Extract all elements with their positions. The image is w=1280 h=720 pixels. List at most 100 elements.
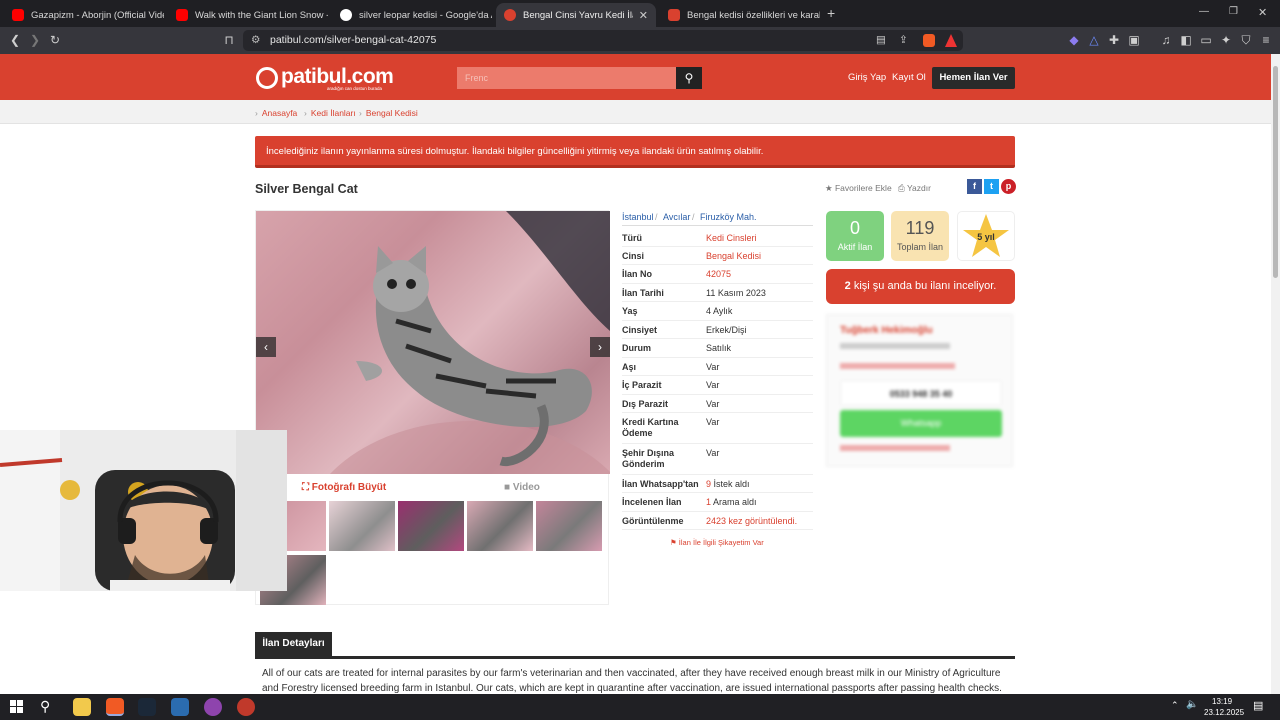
obs-icon[interactable]	[204, 698, 222, 716]
tab-youtube-gazapizm[interactable]: Gazapizm - Aborjin (Official Video) -	[4, 3, 164, 27]
breadcrumb-cat-listings[interactable]: Kedi İlanları	[304, 108, 356, 118]
total-count: 119	[905, 218, 935, 238]
search-icon[interactable]: ⚲	[40, 698, 50, 715]
address-bar[interactable]: ⚙ patibul.com/silver-bengal-cat-42075 ▤ …	[243, 30, 963, 51]
leo-ai-icon[interactable]: ◆	[1065, 27, 1083, 54]
webcam-feed	[0, 430, 287, 591]
tab-bengal-info[interactable]: Bengal kedisi özellikleri ve karakteri -	[660, 3, 820, 27]
forward-icon[interactable]: ❯	[26, 27, 44, 54]
site-info-icon[interactable]: ⚙	[251, 30, 260, 51]
detail-label: Cinsiyet	[622, 325, 658, 335]
detail-label: Yaş	[622, 306, 638, 316]
location-neighborhood[interactable]: Firuzköy Mah.	[700, 212, 757, 222]
share-icon[interactable]: ⇪	[899, 30, 908, 51]
report-listing-link[interactable]: ⚑ İlan İle İlgili Şikayetim Var	[670, 538, 764, 547]
phone-button[interactable]: 0533 948 35 40	[840, 380, 1002, 406]
app-icon[interactable]	[237, 698, 255, 716]
reader-icon[interactable]: ▤	[876, 30, 886, 51]
twitter-share-icon[interactable]: t	[984, 179, 999, 194]
main-cat-photo[interactable]: ‹ ›	[256, 211, 610, 474]
close-tab-icon[interactable]: ✕	[633, 9, 648, 22]
whatsapp-button[interactable]: Whatsapp	[840, 410, 1002, 437]
extensions-icon[interactable]: ✚	[1105, 27, 1123, 54]
steam-icon[interactable]	[138, 698, 156, 716]
url-text: patibul.com/silver-bengal-cat-42075	[270, 34, 437, 46]
tab-youtube-lion[interactable]: Walk with the Giant Lion Snow - Dea	[168, 3, 328, 27]
scrollbar-thumb[interactable]	[1273, 66, 1278, 278]
menu-icon[interactable]: ≡	[1257, 27, 1275, 54]
seller-link[interactable]	[840, 445, 950, 451]
facebook-share-icon[interactable]: f	[967, 179, 982, 194]
detail-value[interactable]: Kedi Cinsleri	[706, 233, 757, 243]
minimize-icon[interactable]: —	[1199, 6, 1209, 17]
thumbnail[interactable]	[329, 501, 395, 551]
thumbnail[interactable]	[467, 501, 533, 551]
tab-title: Walk with the Giant Lion Snow - Dea	[195, 9, 328, 21]
taskbar-date[interactable]: 23.12.2025	[1204, 708, 1244, 717]
login-link[interactable]: Giriş Yap	[848, 72, 886, 83]
file-explorer-icon[interactable]	[73, 698, 91, 716]
brave-rewards-icon[interactable]	[945, 34, 957, 47]
chevron-left-icon: ‹	[264, 340, 268, 354]
brave-browser-icon[interactable]	[106, 698, 124, 716]
detail-value[interactable]: Bengal Kedisi	[706, 251, 761, 261]
sidebar-icon[interactable]: ◧	[1177, 27, 1195, 54]
total-listings-stat[interactable]: 119 Toplam İlan	[891, 211, 949, 261]
taskbar-time[interactable]: 13:19	[1212, 697, 1232, 706]
location-separator: /	[655, 212, 658, 222]
screenshot-icon[interactable]: ▣	[1125, 27, 1143, 54]
seller-other-listings[interactable]	[840, 363, 955, 369]
thumbnail[interactable]	[536, 501, 602, 551]
breadcrumb-home[interactable]: Anasayfa	[255, 108, 297, 118]
membership-years-badge: 5 yıl	[957, 211, 1015, 261]
add-favorite-link[interactable]: ★ Favorilere Ekle	[825, 183, 892, 194]
search-input[interactable]	[457, 67, 676, 89]
new-tab-icon[interactable]: +	[827, 5, 835, 21]
vpn-icon[interactable]: △	[1085, 27, 1103, 54]
total-label: Toplam İlan	[896, 242, 944, 252]
viewing-now-banner: 2 kişi şu anda bu ilanı inceliyor.	[826, 269, 1015, 304]
location-district[interactable]: Avcılar	[663, 212, 690, 222]
tab-patibul-active[interactable]: Bengal Cinsi Yavru Kedi İlanları İs ✕	[496, 3, 656, 27]
video-button[interactable]: ■ Video	[504, 482, 540, 493]
enlarge-photo-button[interactable]: ⛶ Fotoğrafı Büyüt	[302, 482, 386, 493]
back-icon[interactable]: ❮	[6, 27, 24, 54]
print-link[interactable]: ⎙ Yazdır	[898, 183, 931, 194]
notifications-icon[interactable]: ▤	[1253, 699, 1263, 712]
detail-label: İncelenen İlan	[622, 497, 682, 507]
gallery-next-button[interactable]: ›	[590, 337, 610, 357]
media-icon[interactable]: ♫	[1157, 27, 1175, 54]
pinterest-share-icon[interactable]: p	[1001, 179, 1016, 194]
detail-label: Aşı	[622, 362, 637, 372]
search-button[interactable]: ⚲	[676, 67, 702, 89]
active-listings-stat[interactable]: 0 Aktif İlan	[826, 211, 884, 261]
shield-icon[interactable]: ⛉	[1237, 27, 1255, 54]
tab-listing-details[interactable]: İlan Detayları	[255, 632, 332, 656]
tray-chevron-up-icon[interactable]: ⌃	[1171, 700, 1179, 711]
restore-icon[interactable]: ❐	[1229, 6, 1238, 17]
tab-google-search[interactable]: silver leopar kedisi - Google'da Ara	[332, 3, 492, 27]
detail-label: İlan Whatsapp'tan	[622, 479, 699, 489]
volume-icon[interactable]: 🔈	[1186, 699, 1198, 710]
close-window-icon[interactable]: ✕	[1258, 6, 1267, 19]
gallery-prev-button[interactable]: ‹	[256, 337, 276, 357]
breadcrumb-bengal[interactable]: Bengal Kedisi	[359, 108, 418, 118]
detail-value: Var	[706, 362, 720, 372]
ai-icon[interactable]: ✦	[1217, 27, 1235, 54]
expired-alert: İncelediğiniz ilanın yayınlanma süresi d…	[255, 136, 1015, 168]
detail-row-vaccine: Aşı Var	[622, 358, 813, 376]
windows-start-icon[interactable]	[10, 700, 23, 713]
brave-shields-icon[interactable]	[923, 34, 935, 47]
location-city[interactable]: İstanbul	[622, 212, 654, 222]
calls-count: 1	[706, 497, 712, 507]
register-link[interactable]: Kayıt Ol	[892, 72, 926, 83]
bookmark-icon[interactable]: ⊓	[220, 27, 238, 54]
app-icon[interactable]	[171, 698, 189, 716]
reload-icon[interactable]: ↻	[46, 27, 64, 54]
detail-label: Şehir Dışına Gönderim	[622, 448, 675, 469]
logo-icon[interactable]	[256, 67, 278, 89]
thumbnail[interactable]	[398, 501, 464, 551]
post-ad-button[interactable]: Hemen İlan Ver	[932, 67, 1015, 89]
wallet-icon[interactable]: ▭	[1197, 27, 1215, 54]
seller-name[interactable]: Tuğberk Hekimoğlu	[840, 325, 933, 336]
